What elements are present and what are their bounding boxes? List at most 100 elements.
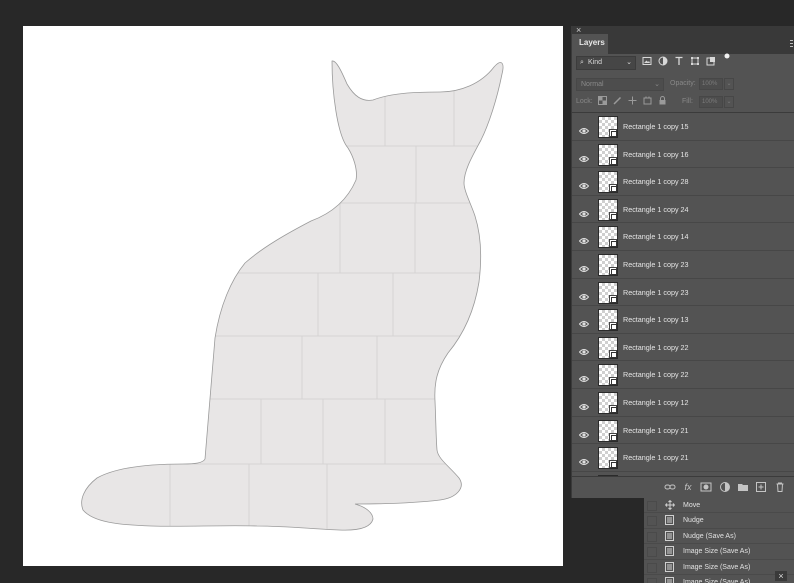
smart-object-badge-icon <box>609 294 617 303</box>
new-adjustment-layer-icon[interactable] <box>719 481 731 493</box>
layers-list[interactable]: Rectangle 1 copy 15 Rectangle 1 copy 16 … <box>572 113 794 477</box>
lock-transparency-icon[interactable] <box>597 96 607 106</box>
eye-icon[interactable] <box>578 315 590 328</box>
eye-icon[interactable] <box>578 426 590 438</box>
layer-name[interactable]: Rectangle 1 copy 28 <box>623 168 689 195</box>
eye-icon[interactable] <box>578 122 590 134</box>
layer-row[interactable]: Rectangle 1 copy 15 <box>572 113 794 141</box>
delete-layer-icon[interactable] <box>774 481 786 493</box>
action-row[interactable]: Nudge (Save As) <box>644 529 794 545</box>
lock-all-icon[interactable] <box>657 96 667 106</box>
cat-shape-fill <box>81 60 504 531</box>
layer-thumbnail <box>598 198 618 221</box>
layer-name[interactable]: Rectangle 1 copy 14 <box>623 223 689 250</box>
close-icon[interactable]: × <box>775 571 787 581</box>
layer-row[interactable]: Rectangle 1 copy 21 <box>572 444 794 472</box>
layer-row[interactable]: Rectangle 1 copy 23 <box>572 251 794 279</box>
action-toggle-checkbox[interactable] <box>647 547 657 558</box>
blend-mode-value: Normal <box>581 81 604 88</box>
smart-object-badge-icon <box>609 322 617 331</box>
new-layer-icon[interactable] <box>755 481 767 493</box>
lock-artboard-icon[interactable] <box>642 96 652 106</box>
eye-icon[interactable] <box>578 288 590 300</box>
dialog-icon <box>665 576 674 583</box>
layer-name[interactable]: Rectangle 1 copy 21 <box>623 417 689 444</box>
layer-name[interactable]: Rectangle 1 copy 24 <box>623 196 689 223</box>
layer-name[interactable]: Rectangle 1 copy 16 <box>623 141 689 168</box>
action-row[interactable]: Move <box>644 498 794 514</box>
layer-row[interactable]: Rectangle 1 copy 28 <box>572 168 794 196</box>
layers-panel-footer: fx <box>572 476 794 498</box>
shape-filter-icon[interactable] <box>690 56 700 66</box>
layer-row[interactable]: Rectangle 1 copy 14 <box>572 223 794 251</box>
layer-name[interactable]: Rectangle 1 copy 23 <box>623 251 689 278</box>
filter-kind-select[interactable]: ⌕ Kind ⌄ <box>576 56 636 70</box>
fx-icon[interactable]: fx <box>682 481 694 493</box>
document-canvas[interactable] <box>23 26 563 566</box>
lock-image-pixels-icon[interactable] <box>612 96 622 106</box>
filter-toggle-icon[interactable] <box>722 52 732 62</box>
smart-object-badge-icon <box>609 129 617 137</box>
layer-row[interactable]: Rectangle 1 copy 22 <box>572 334 794 362</box>
image-filter-icon[interactable] <box>642 56 652 66</box>
action-row[interactable]: Image Size (Save As) <box>644 575 794 583</box>
eye-icon[interactable] <box>578 453 590 466</box>
layer-row[interactable]: Rectangle 1 copy 21 <box>572 417 794 445</box>
add-mask-icon[interactable] <box>700 481 712 493</box>
layer-row[interactable]: Rectangle 1 copy 24 <box>572 196 794 224</box>
type-filter-icon[interactable] <box>674 56 684 66</box>
action-row[interactable]: Nudge <box>644 513 794 529</box>
opacity-label: Opacity: <box>670 80 696 87</box>
layer-row[interactable]: Rectangle 1 copy 13 <box>572 306 794 334</box>
adjustment-filter-icon[interactable] <box>658 56 668 66</box>
eye-icon[interactable] <box>578 232 590 245</box>
lock-position-icon[interactable] <box>627 96 637 106</box>
layer-row[interactable]: Rectangle 1 copy 12 <box>572 389 794 417</box>
layer-name[interactable]: Rectangle 1 copy 13 <box>623 306 689 333</box>
action-label: Nudge (Save As) <box>683 532 736 540</box>
tab-layers[interactable]: Layers <box>572 34 608 54</box>
layer-thumbnail <box>598 281 618 304</box>
action-row[interactable]: Image Size (Save As) <box>644 560 794 575</box>
layer-name[interactable]: Rectangle 1 copy 12 <box>623 389 689 416</box>
layer-row[interactable]: Rectangle 1 copy 16 <box>572 141 794 169</box>
eye-icon[interactable] <box>578 343 590 355</box>
action-toggle-checkbox[interactable] <box>647 531 657 542</box>
opacity-dropdown-icon[interactable]: ⌄ <box>724 78 734 90</box>
action-toggle-checkbox[interactable] <box>647 516 657 527</box>
smart-object-filter-icon[interactable] <box>706 56 716 66</box>
opacity-input[interactable]: 100% <box>699 78 723 90</box>
blend-mode-select[interactable]: Normal ⌄ <box>576 78 664 91</box>
layer-row[interactable]: Rectangle 1 copy 22 <box>572 361 794 389</box>
eye-icon[interactable] <box>578 177 590 190</box>
layer-thumbnail <box>598 116 618 138</box>
eye-icon[interactable] <box>578 260 590 272</box>
layer-thumbnail <box>598 309 618 332</box>
eye-icon[interactable] <box>578 398 590 410</box>
chevron-down-icon: ⌄ <box>626 59 632 66</box>
dialog-icon <box>665 546 674 557</box>
fill-dropdown-icon[interactable]: ⌄ <box>724 96 734 108</box>
action-row[interactable]: Image Size (Save As) <box>644 544 794 560</box>
link-layers-icon[interactable] <box>664 481 676 493</box>
action-toggle-checkbox[interactable] <box>647 577 657 583</box>
eye-icon[interactable] <box>578 370 590 383</box>
smart-object-badge-icon <box>609 460 617 469</box>
panel-menu-icon[interactable] <box>790 40 793 48</box>
dialog-icon <box>665 561 674 572</box>
layer-name[interactable]: Rectangle 1 copy 15 <box>623 113 689 140</box>
eye-icon[interactable] <box>578 205 590 217</box>
layer-name[interactable]: Rectangle 1 copy 23 <box>623 279 689 306</box>
layer-name[interactable]: Rectangle 1 copy 22 <box>623 334 689 361</box>
action-toggle-checkbox[interactable] <box>647 562 657 573</box>
smart-object-badge-icon <box>609 184 617 193</box>
eye-icon[interactable] <box>578 150 590 162</box>
layer-row[interactable]: Rectangle 1 copy 23 <box>572 279 794 307</box>
layer-name[interactable]: Rectangle 1 copy 21 <box>623 444 689 471</box>
action-label: Image Size (Save As) <box>683 578 751 583</box>
layer-name[interactable]: Rectangle 1 copy 22 <box>623 361 689 388</box>
new-group-folder-icon[interactable] <box>737 481 749 493</box>
smart-object-badge-icon <box>609 266 617 275</box>
fill-input[interactable]: 100% <box>699 96 723 108</box>
action-toggle-checkbox[interactable] <box>647 501 657 511</box>
